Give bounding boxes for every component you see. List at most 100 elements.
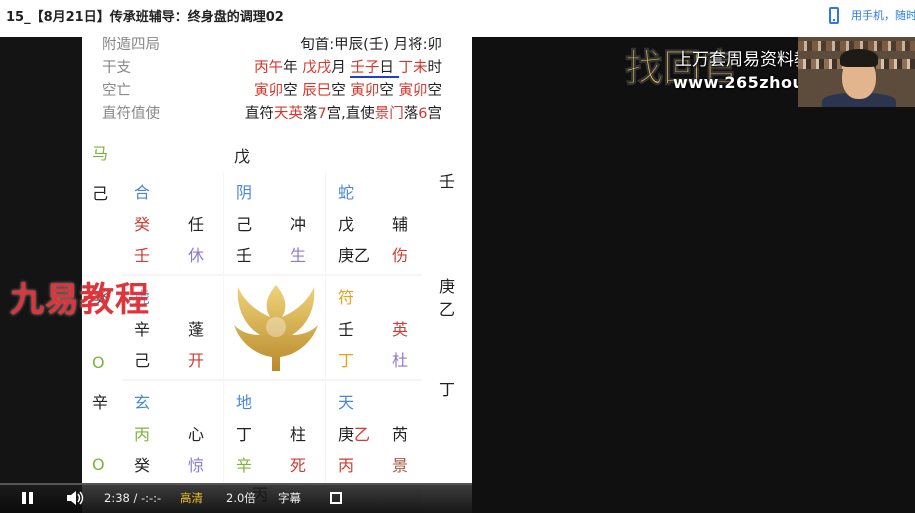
- board-outer-right-mid-2: 乙: [439, 300, 456, 319]
- board-ma-label: 马: [92, 144, 109, 163]
- info-value-part: 时: [427, 60, 443, 76]
- palace-heaven-stem: 丙: [134, 425, 151, 444]
- palace-earth-stem: 壬: [236, 246, 253, 265]
- info-value-part: 宫: [427, 106, 443, 122]
- palace-heaven-stem: 壬: [338, 320, 355, 339]
- palace-door: 休: [188, 246, 205, 265]
- info-value: 丙午年 戊戌月 壬子日 丁未时: [254, 57, 442, 80]
- mobile-link-text[interactable]: 用手机，随时: [851, 7, 915, 23]
- info-value-part: 戊戌: [302, 60, 332, 76]
- info-value-part: 落: [403, 106, 419, 122]
- jiuyi-watermark: 九易教程: [10, 280, 150, 320]
- info-label: 附遁四局: [102, 37, 160, 53]
- chart-info-table: 附遁四局 旬首:甲辰(壬) 月将:卯 干支 丙午年 戊戌月 壬子日 丁未时 空亡 寅卯空 …: [82, 37, 462, 126]
- video-player[interactable]: 附遁四局 旬首:甲辰(壬) 月将:卯 干支 丙午年 戊戌月 壬子日 丁未时 空亡 寅卯空 …: [0, 37, 915, 513]
- time-display: 2:38 / -:-:-: [104, 491, 162, 505]
- top-bar: 15_【8月21日】传承班辅导：终身盘的调理02 用手机，随时: [0, 0, 915, 30]
- palace-heaven-stem: 戊: [338, 215, 355, 234]
- palace-earth-stem: 庚乙: [338, 246, 371, 265]
- mobile-watch-link[interactable]: 用手机，随时: [829, 5, 915, 25]
- subtitle-button[interactable]: 字幕: [278, 483, 301, 513]
- phone-icon: [829, 6, 839, 24]
- palace-god: 符: [338, 288, 355, 307]
- palace-god: 阴: [236, 183, 253, 202]
- palace-earth-stem: 己: [134, 351, 151, 370]
- palace-door: 开: [188, 351, 205, 370]
- pause-icon[interactable]: [22, 492, 34, 504]
- palace-god: 玄: [134, 393, 151, 412]
- quality-button[interactable]: 高清: [180, 483, 203, 513]
- palace-earth-stem: 辛: [236, 456, 253, 475]
- presenter-thumbnail: [798, 37, 915, 107]
- info-row: 干支 丙午年 戊戌月 壬子日 丁未时: [82, 57, 462, 80]
- info-row: 附遁四局 旬首:甲辰(壬) 月将:卯: [82, 37, 462, 57]
- palace-god: 合: [134, 183, 151, 202]
- board-circle-1: O: [92, 353, 105, 372]
- info-value-part: 直符: [244, 106, 274, 122]
- info-value-part: 旬首:甲辰(壬) 月将:卯: [300, 37, 442, 53]
- info-value-part: 空: [427, 83, 443, 99]
- palace-door: 惊: [188, 456, 205, 475]
- phoenix-emblem-icon: [234, 285, 318, 371]
- volume-icon[interactable]: [66, 491, 84, 505]
- info-label: 直符值使: [102, 106, 160, 122]
- info-value-part: 壬子: [350, 60, 380, 78]
- info-value-part: 空: [283, 83, 303, 99]
- palace-star: 辅: [392, 215, 409, 234]
- palace-star: 英: [392, 320, 409, 339]
- info-value-part: 辰巳: [302, 83, 332, 99]
- info-label: 干支: [102, 60, 131, 76]
- palace-star: 任: [188, 215, 205, 234]
- fullscreen-icon[interactable]: [330, 492, 342, 504]
- info-value-part: 寅卯: [254, 83, 284, 99]
- info-value-part: 宫,直使: [326, 106, 375, 122]
- info-value-part: 月: [331, 60, 351, 76]
- palace-star: 蓬: [188, 320, 205, 339]
- palace-cell: 蛇戊 辅庚乙 伤: [326, 171, 427, 274]
- info-row: 直符值使 直符天英落7宫,直使景门落6宫: [82, 103, 462, 126]
- palace-heaven-stem: 丁: [236, 425, 253, 444]
- palace-cell: 阴己 冲壬 生: [224, 171, 325, 274]
- progress-bar[interactable]: [0, 483, 472, 485]
- video-title: 15_【8月21日】传承班辅导：终身盘的调理02: [6, 10, 284, 25]
- palace-heaven-stem: 己: [236, 215, 253, 234]
- board-outer-left-3: 辛: [92, 393, 109, 412]
- player-control-bar: 2:38 / -:-:- 高清 2.0倍 字幕: [0, 483, 472, 513]
- palace-earth-stem: 癸: [134, 456, 151, 475]
- info-value-part: 景门: [374, 106, 404, 122]
- info-value-part: 丙午: [254, 60, 284, 76]
- info-value-part: 空: [379, 83, 399, 99]
- info-value-part: 寅卯: [350, 83, 380, 99]
- info-value-part: 日: [379, 60, 399, 78]
- board-circle-2: O: [92, 455, 105, 474]
- palace-door: 景: [392, 456, 409, 475]
- palace-earth-stem: 丁: [338, 351, 355, 370]
- palace-earth-stem: 丙: [338, 456, 355, 475]
- info-value-part: 空: [331, 83, 351, 99]
- board-outer-right-bottom: 丁: [439, 380, 456, 399]
- info-value-part: 寅卯: [398, 83, 428, 99]
- info-row: 空亡 寅卯空 辰巳空 寅卯空 寅卯空: [82, 80, 462, 103]
- info-value-part: 年: [283, 60, 303, 76]
- info-value: 旬首:甲辰(壬) 月将:卯: [300, 37, 442, 57]
- board-top-center-stem: 戊: [234, 147, 251, 166]
- speed-button[interactable]: 2.0倍: [226, 483, 256, 513]
- info-value: 直符天英落7宫,直使景门落6宫: [245, 103, 442, 126]
- board-outer-left-1: 己: [92, 184, 109, 203]
- palace-god: 蛇: [338, 183, 355, 202]
- board-outer-right-top: 壬: [439, 172, 456, 191]
- info-value-part: 7: [317, 106, 327, 122]
- palace-star: 芮: [392, 425, 409, 444]
- palace-cell: 天庚乙 芮丙 景: [326, 381, 427, 484]
- palace-cell: 合癸 任壬 休: [122, 171, 223, 274]
- palace-star: 冲: [290, 215, 307, 234]
- info-value-part: 6: [418, 106, 428, 122]
- palace-cell: 玄丙 心癸 惊: [122, 381, 223, 484]
- palace-cell: 符壬 英丁 杜: [326, 276, 427, 379]
- info-value-part: 丁未: [398, 60, 428, 76]
- palace-door: 生: [290, 246, 307, 265]
- board-outer-right-mid-1: 庚: [439, 277, 456, 296]
- info-value: 寅卯空 辰巳空 寅卯空 寅卯空: [254, 80, 442, 103]
- palace-heaven-stem: 庚乙: [338, 425, 371, 444]
- palace-door: 死: [290, 456, 307, 475]
